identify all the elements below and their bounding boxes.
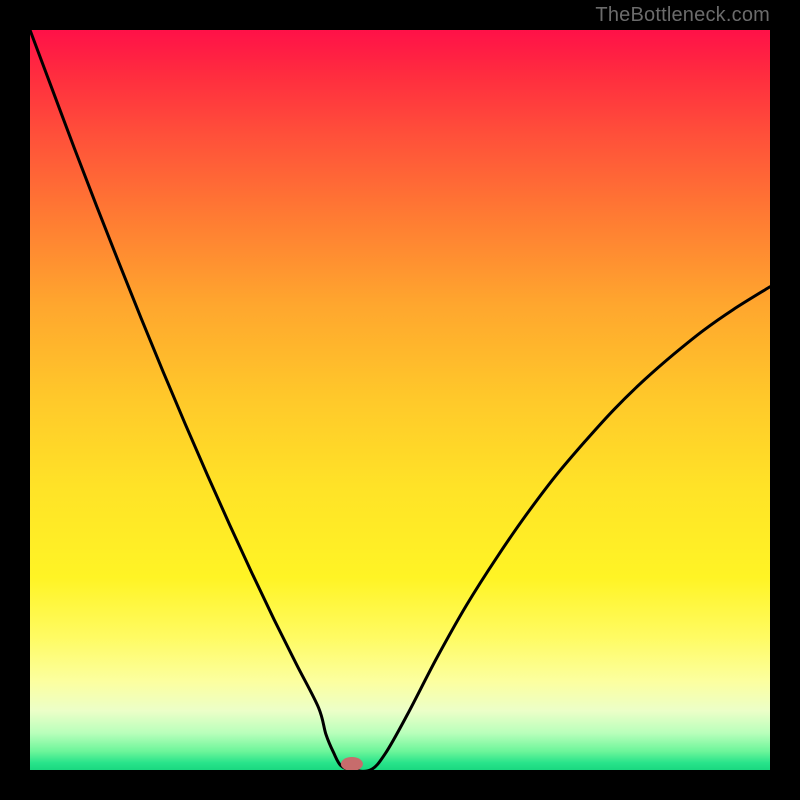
curve-layer: [30, 30, 770, 770]
optimum-marker: [341, 757, 363, 770]
bottleneck-curve: [30, 30, 770, 770]
chart-frame: TheBottleneck.com: [0, 0, 800, 800]
watermark-text: TheBottleneck.com: [595, 4, 770, 27]
plot-area: [30, 30, 770, 770]
